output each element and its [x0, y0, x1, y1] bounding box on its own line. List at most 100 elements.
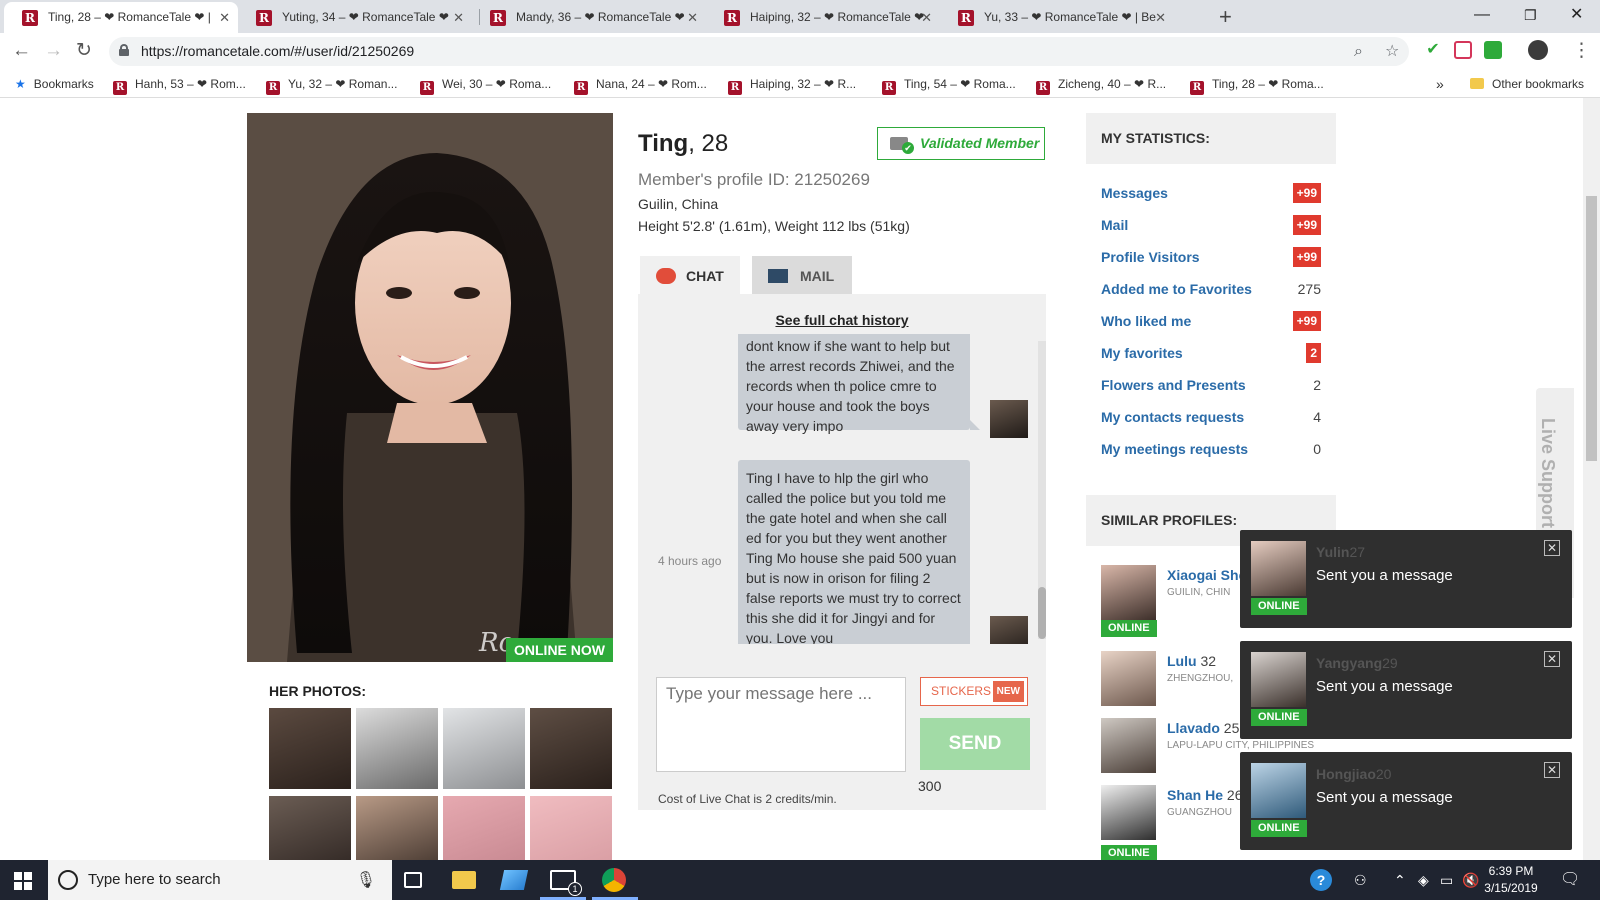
dropbox-icon[interactable]: ◈: [1418, 860, 1429, 900]
people-icon[interactable]: ⚇: [1354, 860, 1367, 900]
browser-tab-ting-28[interactable]: R Ting, 28 – ❤ RomanceTale ❤ | ✕: [4, 2, 238, 33]
notification-center-icon[interactable]: 🗨: [1560, 860, 1580, 900]
bookmark-item[interactable]: R Nana, 24 – ❤ Rom...: [574, 70, 707, 98]
display-icon[interactable]: ▭: [1440, 860, 1453, 900]
microphone-icon[interactable]: 🎙: [356, 870, 376, 890]
bookmark-item[interactable]: R Yu, 32 – ❤ Roman...: [266, 70, 397, 98]
bookmark-label: Ting, 28 – ❤ Roma...: [1212, 77, 1324, 91]
similar-profile-photo[interactable]: [1101, 565, 1156, 620]
windows-start-icon[interactable]: [14, 872, 32, 890]
other-bookmarks[interactable]: Other bookmarks: [1470, 70, 1584, 98]
file-explorer-icon[interactable]: [452, 871, 476, 889]
photo-thumbnail[interactable]: [269, 708, 351, 789]
similar-profile-photo[interactable]: [1101, 651, 1156, 706]
tab-close-icon[interactable]: ✕: [687, 2, 698, 33]
photo-thumbnail[interactable]: [269, 796, 351, 860]
notepad-app-icon[interactable]: [499, 870, 529, 890]
bookmark-item[interactable]: R Wei, 30 – ❤ Roma...: [420, 70, 551, 98]
taskbar-search-box[interactable]: Type here to search 🎙: [48, 860, 392, 900]
similar-profile-photo[interactable]: [1101, 785, 1156, 840]
photo-thumbnail[interactable]: [443, 708, 525, 789]
stat-row-flowers-presents[interactable]: Flowers and Presents 2: [1101, 374, 1321, 396]
stat-row-mail[interactable]: Mail +99: [1101, 214, 1321, 236]
stat-row-contacts-requests[interactable]: My contacts requests 4: [1101, 406, 1321, 428]
menu-kebab-icon[interactable]: ⋮: [1572, 37, 1591, 65]
stat-value: 4: [1313, 409, 1321, 425]
stat-row-added-favorites[interactable]: Added me to Favorites 275: [1101, 278, 1321, 300]
restore-icon[interactable]: ❐: [1524, 0, 1537, 30]
notification-avatar[interactable]: [1251, 763, 1306, 818]
similar-profile-name[interactable]: Xiaogai She: [1167, 567, 1246, 583]
similar-profile-name[interactable]: Lulu 32: [1167, 653, 1216, 669]
see-full-chat-history-link[interactable]: See full chat history: [638, 312, 1046, 328]
tab-close-icon[interactable]: ✕: [453, 2, 464, 33]
stat-row-meetings-requests[interactable]: My meetings requests 0: [1101, 438, 1321, 460]
similar-profile-name[interactable]: Llavado 25: [1167, 720, 1239, 736]
extension-check-icon[interactable]: ✔: [1424, 41, 1442, 59]
page-scrollbar[interactable]: [1583, 98, 1600, 860]
romancetale-favicon-icon: R: [1190, 81, 1204, 95]
profile-avatar-icon[interactable]: [1528, 40, 1548, 60]
send-button[interactable]: SEND: [920, 718, 1030, 770]
chat-messages[interactable]: dont know if she want to help but the ar…: [638, 334, 1046, 644]
stat-row-messages[interactable]: Messages +99: [1101, 182, 1321, 204]
similar-profile-name[interactable]: Shan He 26: [1167, 787, 1242, 803]
message-notification[interactable]: ONLINE Yulin27 Sent you a message ✕: [1240, 530, 1572, 628]
forward-icon[interactable]: →: [44, 37, 63, 65]
back-icon[interactable]: ←: [12, 37, 31, 65]
more-bookmarks-chevron-icon[interactable]: »: [1436, 70, 1444, 98]
bookmark-item[interactable]: R Hanh, 53 – ❤ Rom...: [113, 70, 246, 98]
stat-row-my-favorites[interactable]: My favorites 2: [1101, 342, 1321, 364]
close-icon[interactable]: ✕: [1544, 762, 1560, 778]
tab-close-icon[interactable]: ✕: [921, 2, 932, 33]
taskbar-clock[interactable]: 6:39 PM 3/15/2019: [1476, 863, 1546, 897]
stat-row-profile-visitors[interactable]: Profile Visitors +99: [1101, 246, 1321, 268]
extension-pocket-icon[interactable]: [1454, 41, 1472, 59]
new-tab-icon[interactable]: +: [1219, 3, 1232, 31]
tab-chat[interactable]: CHAT: [640, 256, 740, 294]
stat-label: Mail: [1101, 217, 1129, 233]
reload-icon[interactable]: ↻: [76, 37, 92, 65]
help-icon[interactable]: ?: [1310, 869, 1332, 891]
browser-tab-mandy-36[interactable]: R Mandy, 36 – ❤ RomanceTale ❤ ✕: [472, 2, 706, 33]
notification-avatar[interactable]: [1251, 541, 1306, 596]
tray-chevron-up-icon[interactable]: ⌃: [1394, 860, 1406, 900]
close-icon[interactable]: ✕: [1544, 651, 1560, 667]
bookmark-item[interactable]: R Ting, 54 – ❤ Roma...: [882, 70, 1016, 98]
photo-thumbnail[interactable]: [356, 796, 438, 860]
notification-avatar[interactable]: [1251, 652, 1306, 707]
tab-close-icon[interactable]: ✕: [1155, 2, 1166, 33]
photo-thumbnail[interactable]: [530, 708, 612, 789]
bookmarks-folder[interactable]: ★ Bookmarks: [15, 70, 94, 98]
bookmark-item[interactable]: R Ting, 28 – ❤ Roma...: [1190, 70, 1324, 98]
browser-tab-yuting-34[interactable]: R Yuting, 34 – ❤ RomanceTale ❤ ✕: [238, 2, 472, 33]
chrome-icon[interactable]: [602, 868, 626, 892]
task-view-icon[interactable]: [404, 872, 422, 888]
close-icon[interactable]: ✕: [1544, 540, 1560, 556]
chat-scrollbar[interactable]: [1038, 341, 1046, 639]
tab-mail[interactable]: MAIL: [752, 256, 852, 294]
bookmark-star-icon[interactable]: ☆: [1385, 37, 1399, 66]
chat-message-input[interactable]: [656, 677, 906, 772]
message-notification[interactable]: ONLINE Yangyang29 Sent you a message ✕: [1240, 641, 1572, 739]
similar-profile-photo[interactable]: [1101, 718, 1156, 773]
stickers-button[interactable]: STICKERS NEW: [920, 677, 1028, 706]
chat-scrollbar-thumb[interactable]: [1038, 587, 1046, 639]
minimize-icon[interactable]: —: [1474, 0, 1490, 30]
photo-thumbnail[interactable]: [356, 708, 438, 789]
message-notification[interactable]: ONLINE Hongjiao20 Sent you a message ✕: [1240, 752, 1572, 850]
profile-main-photo[interactable]: Ro ONLINE NOW: [247, 113, 613, 662]
stat-row-who-liked-me[interactable]: Who liked me +99: [1101, 310, 1321, 332]
browser-tab-haiping-32[interactable]: R Haiping, 32 – ❤ RomanceTale ❤ ✕: [706, 2, 940, 33]
bookmark-item[interactable]: R Haiping, 32 – ❤ R...: [728, 70, 856, 98]
browser-tab-yu-33[interactable]: R Yu, 33 – ❤ RomanceTale ❤ | Be ✕: [940, 2, 1174, 33]
close-window-icon[interactable]: ✕: [1570, 0, 1583, 30]
bookmark-item[interactable]: R Zicheng, 40 – ❤ R...: [1036, 70, 1166, 98]
photo-thumbnail[interactable]: [530, 796, 612, 860]
address-bar[interactable]: https://romancetale.com/#/user/id/212502…: [109, 37, 1409, 66]
zoom-icon[interactable]: ⌕: [1354, 37, 1363, 66]
tab-close-icon[interactable]: ✕: [219, 2, 230, 33]
extension-green-icon[interactable]: [1484, 41, 1502, 59]
photo-thumbnail[interactable]: [443, 796, 525, 860]
page-scrollbar-thumb[interactable]: [1586, 196, 1597, 461]
